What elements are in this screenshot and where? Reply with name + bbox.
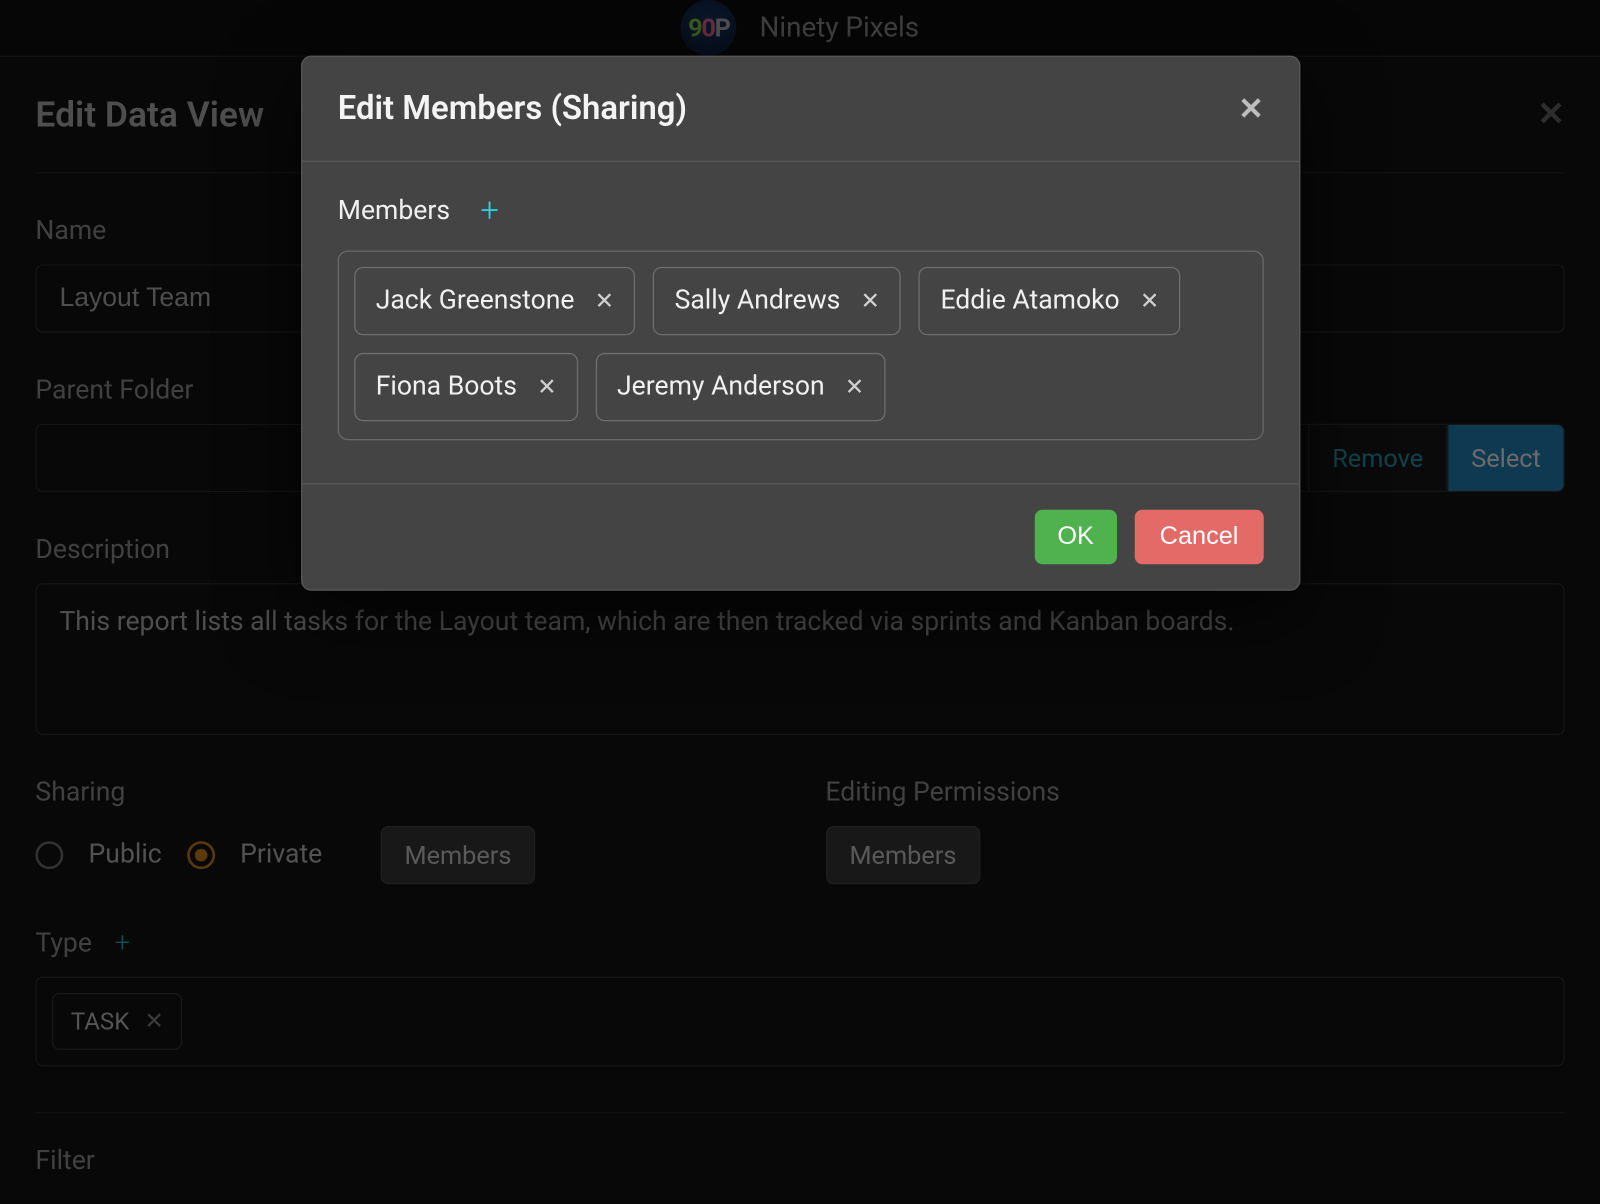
close-icon[interactable]: ✕: [1238, 91, 1263, 126]
close-icon[interactable]: ✕: [537, 374, 556, 401]
members-box[interactable]: Jack Greenstone ✕ Sally Andrews ✕ Eddie …: [338, 250, 1264, 440]
edit-members-dialog: Edit Members (Sharing) ✕ Members + Jack …: [301, 56, 1300, 591]
member-chip: Fiona Boots ✕: [354, 353, 578, 421]
member-name: Jeremy Anderson: [617, 372, 825, 402]
member-chip: Eddie Atamoko ✕: [919, 267, 1181, 335]
close-icon[interactable]: ✕: [1140, 288, 1159, 315]
close-icon[interactable]: ✕: [595, 288, 614, 315]
plus-icon[interactable]: +: [480, 192, 499, 230]
member-name: Fiona Boots: [376, 372, 517, 402]
member-name: Jack Greenstone: [376, 286, 575, 316]
member-chip: Jeremy Anderson ✕: [596, 353, 886, 421]
close-icon[interactable]: ✕: [845, 374, 864, 401]
member-chip: Sally Andrews ✕: [653, 267, 901, 335]
ok-button[interactable]: OK: [1035, 510, 1117, 564]
members-label: Members: [338, 196, 450, 226]
close-icon[interactable]: ✕: [861, 288, 880, 315]
member-name: Eddie Atamoko: [940, 286, 1119, 316]
dialog-title: Edit Members (Sharing): [338, 90, 687, 128]
member-chip: Jack Greenstone ✕: [354, 267, 635, 335]
member-name: Sally Andrews: [675, 286, 841, 316]
cancel-button[interactable]: Cancel: [1134, 510, 1263, 564]
